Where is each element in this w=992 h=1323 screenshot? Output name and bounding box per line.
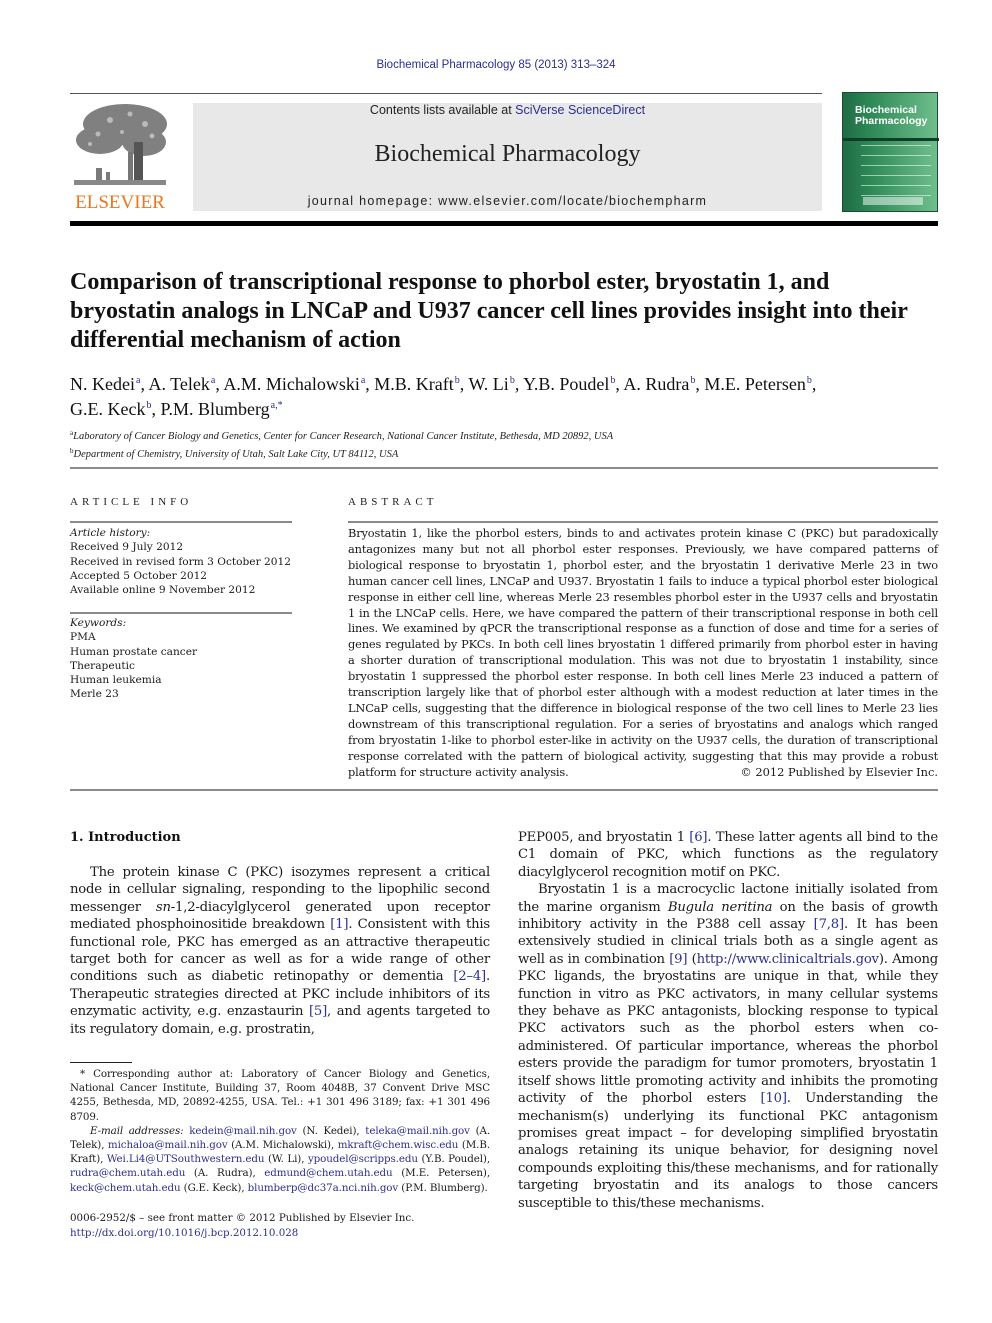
email-link[interactable]: Wei.Li4@UTSouthwestern.edu xyxy=(107,1153,265,1165)
email-owner: (P.M. Blumberg). xyxy=(398,1181,488,1194)
email-link[interactable]: blumberp@dc37a.nci.nih.gov xyxy=(248,1182,399,1194)
header-rule xyxy=(70,93,822,94)
cover-title-line2: Pharmacology xyxy=(855,115,928,127)
body-column-left: The protein kinase C (PKC) isozymes repr… xyxy=(70,864,490,1038)
issn-line: 0006-2952/$ – see front matter © 2012 Pu… xyxy=(70,1212,415,1224)
keywords-rule xyxy=(70,612,292,614)
author-name[interactable]: W. Li xyxy=(468,374,508,394)
affiliation-a: aLaboratory of Cancer Biology and Geneti… xyxy=(70,429,614,442)
keyword: Human prostate cancer xyxy=(70,645,198,658)
cover-publisher-mark xyxy=(863,197,923,205)
contents-prefix: Contents lists available at xyxy=(369,103,516,117)
affiliation-b: bDepartment of Chemistry, University of … xyxy=(70,447,399,460)
author-separator: , xyxy=(365,374,375,394)
corresponding-author-footnote: * Corresponding author at: Laboratory of… xyxy=(70,1067,490,1195)
journal-homepage[interactable]: journal homepage: www.elsevier.com/locat… xyxy=(193,194,822,208)
author-name[interactable]: A. Rudra xyxy=(623,374,689,394)
journal-title: Biochemical Pharmacology xyxy=(374,141,641,167)
affiliations: aLaboratory of Cancer Biology and Geneti… xyxy=(70,426,938,462)
author-name[interactable]: M.E. Petersen xyxy=(704,374,805,394)
author-affiliation-marker[interactable]: a,* xyxy=(271,400,283,411)
citation-link[interactable]: [6] xyxy=(689,830,707,845)
keyword: PMA xyxy=(70,631,96,644)
sciencedirect-link[interactable]: SciVerse ScienceDirect xyxy=(515,103,645,117)
author-list: N. Kedeia, A. Teleka, A.M. Michalowskia,… xyxy=(70,370,940,420)
keywords-heading: Keywords: xyxy=(70,617,127,629)
email-link[interactable]: edmund@chem.utah.edu xyxy=(264,1167,392,1179)
email-link[interactable]: rudra@chem.utah.edu xyxy=(70,1167,185,1179)
contents-line: Contents lists available at SciVerse Sci… xyxy=(193,103,822,117)
author-name[interactable]: A. Telek xyxy=(148,374,209,394)
email-link[interactable]: keck@chem.utah.edu xyxy=(70,1182,181,1194)
email-owner: (Y.B. Poudel), xyxy=(417,1153,490,1166)
article-info-label: ARTICLE INFO xyxy=(70,496,193,508)
email-link[interactable]: mkraft@chem.wisc.edu xyxy=(338,1139,459,1151)
intro-paragraph-1: The protein kinase C (PKC) isozymes repr… xyxy=(70,865,490,1037)
journal-citation[interactable]: Biochemical Pharmacology 85 (2013) 313–3… xyxy=(0,59,992,71)
email-owner: (M.E. Petersen), xyxy=(392,1167,491,1180)
tree-icon xyxy=(70,102,170,190)
history-accepted: Accepted 5 October 2012 xyxy=(70,569,208,582)
affiliation-rule xyxy=(70,467,938,469)
footnote-rule xyxy=(70,1062,132,1063)
citation-link[interactable]: [2–4] xyxy=(453,969,486,984)
elsevier-logo[interactable]: ELSEVIER xyxy=(70,100,170,215)
abstract-bottom-rule xyxy=(70,789,938,791)
author-separator: , xyxy=(695,374,705,394)
citation-link[interactable]: [9] xyxy=(669,952,687,967)
citation-link[interactable]: [10] xyxy=(761,1091,787,1106)
author-name[interactable]: G.E. Keck xyxy=(70,399,145,419)
cover-contents-lines xyxy=(861,145,931,205)
author-name[interactable]: Y.B. Poudel xyxy=(523,374,609,394)
article-history: Article history: Received 9 July 2012 Re… xyxy=(70,526,292,597)
author-separator: , xyxy=(811,374,817,394)
email-link[interactable]: ypoudel@scripps.edu xyxy=(308,1153,418,1165)
body-column-right: PEP005, and bryostatin 1 [6]. These latt… xyxy=(518,829,938,1212)
abstract-copyright: © 2012 Published by Elsevier Inc. xyxy=(740,765,938,779)
keyword: Human leukemia xyxy=(70,674,162,687)
citation-link[interactable]: [7,8] xyxy=(814,917,844,932)
history-online: Available online 9 November 2012 xyxy=(70,584,256,597)
intro-paragraph-1-continued: PEP005, and bryostatin 1 [6]. These latt… xyxy=(518,830,938,880)
history-revised: Received in revised form 3 October 2012 xyxy=(70,555,291,568)
section-heading-introduction: 1. Introduction xyxy=(70,830,181,845)
history-received: Received 9 July 2012 xyxy=(70,541,184,554)
article-history-heading: Article history: xyxy=(70,527,151,539)
article-info-rule xyxy=(70,521,292,523)
clinicaltrials-link[interactable]: http://www.clinicaltrials.gov xyxy=(697,952,879,967)
email-owner: (A. Rudra), xyxy=(185,1167,265,1180)
abstract-label: ABSTRACT xyxy=(348,496,438,508)
email-link[interactable]: teleka@mail.nih.gov xyxy=(365,1125,470,1137)
cover-title: Biochemical Pharmacology xyxy=(855,105,927,127)
email-owner: (W. Li), xyxy=(264,1153,308,1166)
citation-link[interactable]: [1] xyxy=(330,917,348,932)
abstract-rule xyxy=(348,521,938,523)
author-name[interactable]: N. Kedei xyxy=(70,374,135,394)
cover-band xyxy=(843,138,939,141)
elsevier-wordmark: ELSEVIER xyxy=(75,192,165,213)
article-title: Comparison of transcriptional response t… xyxy=(70,269,908,353)
keyword: Merle 23 xyxy=(70,688,119,701)
front-matter: 0006-2952/$ – see front matter © 2012 Pu… xyxy=(70,1211,490,1241)
author-name[interactable]: M.B. Kraft xyxy=(374,374,454,394)
journal-cover-thumbnail[interactable]: Biochemical Pharmacology xyxy=(842,92,939,212)
email-owner: (G.E. Keck), xyxy=(180,1181,248,1194)
corresponding-author-text: * Corresponding author at: Laboratory of… xyxy=(70,1068,490,1123)
keywords: Keywords: PMA Human prostate cancer Ther… xyxy=(70,616,292,702)
keyword: Therapeutic xyxy=(70,659,135,672)
journal-masthead: Contents lists available at SciVerse Sci… xyxy=(193,103,822,211)
author-separator: , xyxy=(514,374,524,394)
header-thick-rule xyxy=(70,221,938,226)
email-link[interactable]: kedein@mail.nih.gov xyxy=(189,1125,297,1137)
author-name[interactable]: A.M. Michalowski xyxy=(223,374,360,394)
author-name[interactable]: P.M. Blumberg xyxy=(160,399,269,419)
abstract-text: Bryostatin 1, like the phorbol esters, b… xyxy=(348,526,938,779)
email-owner: (A.M. Michalowski), xyxy=(227,1139,338,1152)
email-link[interactable]: michaloa@mail.nih.gov xyxy=(108,1139,228,1151)
doi-link[interactable]: http://dx.doi.org/10.1016/j.bcp.2012.10.… xyxy=(70,1227,298,1239)
email-addresses: E-mail addresses: kedein@mail.nih.gov (N… xyxy=(70,1124,491,1194)
email-owner: (N. Kedei), xyxy=(296,1124,366,1137)
intro-paragraph-2: Bryostatin 1 is a macrocyclic lactone in… xyxy=(518,882,938,1211)
citation-link[interactable]: [5] xyxy=(309,1004,327,1019)
